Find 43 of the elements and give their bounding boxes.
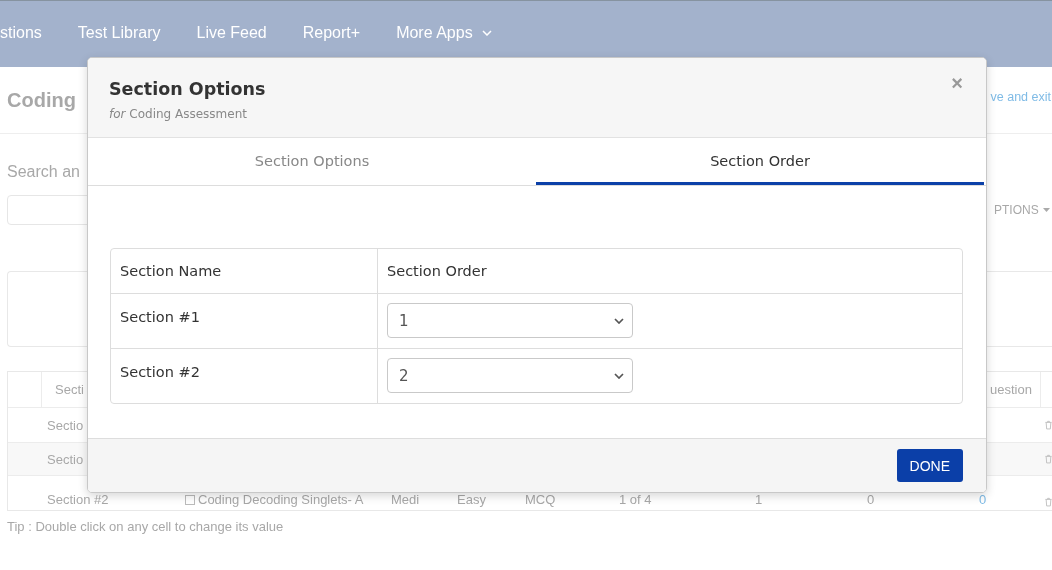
chevron-down-icon xyxy=(614,317,624,324)
tip-text: Tip : Double click on any cell to change its value xyxy=(7,518,284,536)
modal-subtitle: for Coding Assessment xyxy=(109,106,247,123)
nav-link[interactable]: stions xyxy=(0,24,42,42)
modal-title: Section Options xyxy=(109,78,266,101)
nav-link[interactable]: Report+ xyxy=(302,24,361,42)
nav-link[interactable]: Live Feed xyxy=(196,24,267,42)
tab[interactable]: Section Order xyxy=(536,138,984,185)
nav-link[interactable]: Test Library xyxy=(77,24,161,42)
row-checkbox[interactable] xyxy=(185,494,195,505)
table-cell: Sectio xyxy=(47,451,84,467)
header-link[interactable]: ve and exit xyxy=(990,90,1051,104)
dropdown-button[interactable]: PTIONS xyxy=(990,195,1052,225)
order-select[interactable]: 1 xyxy=(387,303,633,338)
column-header: Secti xyxy=(55,382,84,397)
table-cell[interactable]: 0 xyxy=(979,492,987,507)
tab[interactable]: Section Options xyxy=(88,138,536,185)
chevron-down-icon xyxy=(481,30,492,36)
section-name: Section #2 xyxy=(120,363,200,382)
page-title: Coding xyxy=(7,88,76,112)
trash-icon[interactable] xyxy=(1045,454,1052,464)
column-header: uestion xyxy=(990,382,1032,397)
table-cell: Easy xyxy=(457,492,486,507)
table-cell: MCQ xyxy=(525,492,556,507)
table-cell: 1 xyxy=(755,492,763,507)
close-button[interactable]: × xyxy=(951,73,963,93)
search-label: Search an xyxy=(7,162,80,182)
done-button[interactable]: DONE xyxy=(896,449,963,482)
column-header: Section Order xyxy=(387,263,487,279)
section-name: Section #1 xyxy=(120,308,200,327)
table-cell: Section #2 xyxy=(47,492,109,507)
nav-link[interactable]: More Apps xyxy=(396,24,492,42)
table-cell: 1 of 4 xyxy=(619,492,652,507)
trash-icon[interactable] xyxy=(1045,497,1052,507)
table-cell: Sectio xyxy=(47,417,84,433)
trash-icon[interactable] xyxy=(1045,420,1052,430)
caret-down-icon xyxy=(1042,208,1050,212)
table-cell: Coding Decoding Singlets- A xyxy=(198,492,364,507)
column-header: Section Name xyxy=(120,263,222,279)
table-cell: 0 xyxy=(867,492,875,507)
chevron-down-icon xyxy=(614,372,624,379)
order-select[interactable]: 2 xyxy=(387,358,633,393)
table-cell: Medi xyxy=(391,492,420,507)
